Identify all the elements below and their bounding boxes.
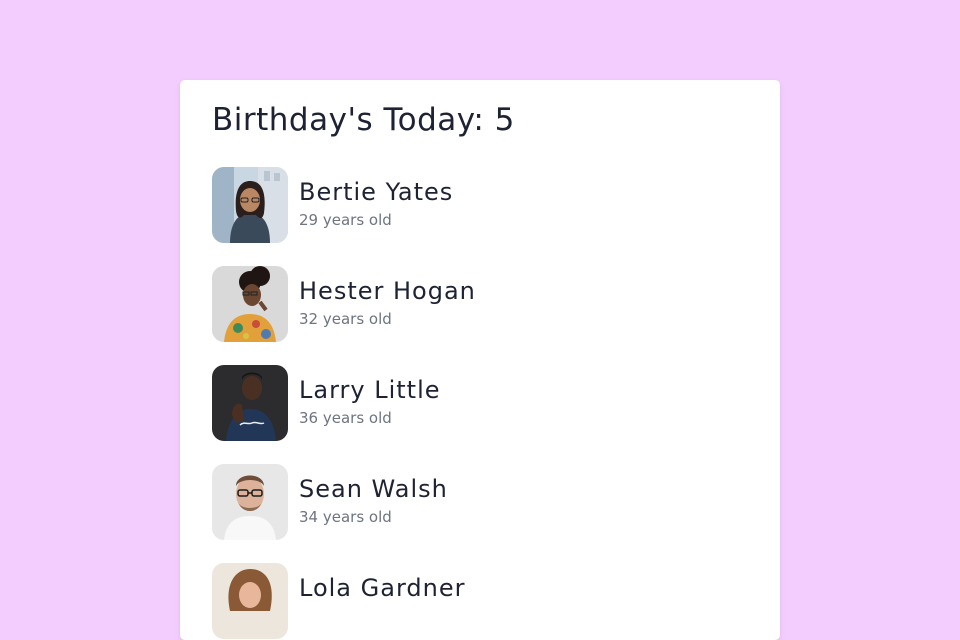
person-list-item: Sean Walsh 34 years old bbox=[212, 464, 752, 540]
birthday-card: Birthday's Today: 5 Bertie Yates 29 year… bbox=[180, 80, 780, 640]
person-list-item: Bertie Yates 29 years old bbox=[212, 167, 752, 243]
birthday-count-title: Birthday's Today: 5 bbox=[212, 102, 515, 138]
avatar-icon bbox=[212, 464, 288, 540]
person-name: Lola Gardner bbox=[299, 574, 466, 602]
person-list-item: Lola Gardner bbox=[212, 563, 752, 639]
person-list-item: Larry Little 36 years old bbox=[212, 365, 752, 441]
person-name: Hester Hogan bbox=[299, 277, 476, 305]
avatar-icon bbox=[212, 365, 288, 441]
person-name: Sean Walsh bbox=[299, 475, 448, 503]
person-age: 34 years old bbox=[299, 508, 392, 526]
person-name: Larry Little bbox=[299, 376, 441, 404]
person-age: 29 years old bbox=[299, 211, 392, 229]
person-list-item: Hester Hogan 32 years old bbox=[212, 266, 752, 342]
person-age: 32 years old bbox=[299, 310, 392, 328]
person-age: 36 years old bbox=[299, 409, 392, 427]
avatar-icon bbox=[212, 266, 288, 342]
person-name: Bertie Yates bbox=[299, 178, 454, 206]
avatar-icon bbox=[212, 167, 288, 243]
avatar-icon bbox=[212, 563, 288, 639]
